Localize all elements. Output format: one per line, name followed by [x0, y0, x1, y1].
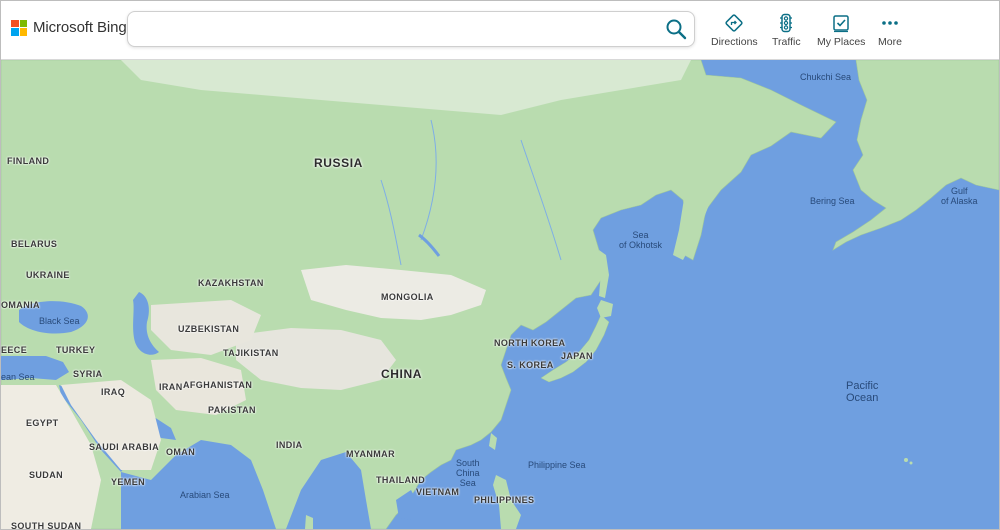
search-box[interactable] [127, 11, 695, 47]
more-button[interactable]: More [878, 13, 902, 48]
search-icon[interactable] [664, 17, 688, 41]
taiwan-island [489, 433, 497, 450]
top-bar: Microsoft Bing Directions Traffic My Pla… [1, 1, 999, 60]
bing-logo[interactable]: Microsoft Bing [11, 19, 127, 36]
map-canvas[interactable]: RUSSIA FINLAND BELARUS UKRAINE OMANIA KA… [1, 60, 999, 529]
philippines-islands [493, 475, 521, 529]
more-label: More [878, 36, 902, 48]
japan-islands [540, 314, 610, 383]
traffic-button[interactable]: Traffic [772, 13, 801, 48]
pacific-islet [904, 458, 908, 462]
pacific-islet [909, 461, 913, 465]
map-base-layer [1, 60, 999, 529]
my-places-label: My Places [817, 36, 866, 48]
search-input[interactable] [140, 18, 664, 42]
bing-maps-window: Microsoft Bing Directions Traffic My Pla… [0, 0, 1000, 530]
my-places-button[interactable]: My Places [817, 13, 865, 48]
traffic-label: Traffic [772, 36, 801, 48]
hokkaido [597, 300, 613, 318]
black-sea [19, 301, 88, 334]
brand-name: Microsoft Bing [33, 19, 127, 36]
directions-label: Directions [711, 36, 758, 48]
microsoft-logo-icon [11, 19, 27, 36]
alaska-landmass [832, 60, 999, 251]
directions-button[interactable]: Directions [711, 13, 758, 48]
directions-icon [725, 14, 743, 32]
traffic-light-icon [780, 13, 793, 33]
more-dots-icon [882, 21, 898, 25]
my-places-icon [833, 15, 849, 33]
